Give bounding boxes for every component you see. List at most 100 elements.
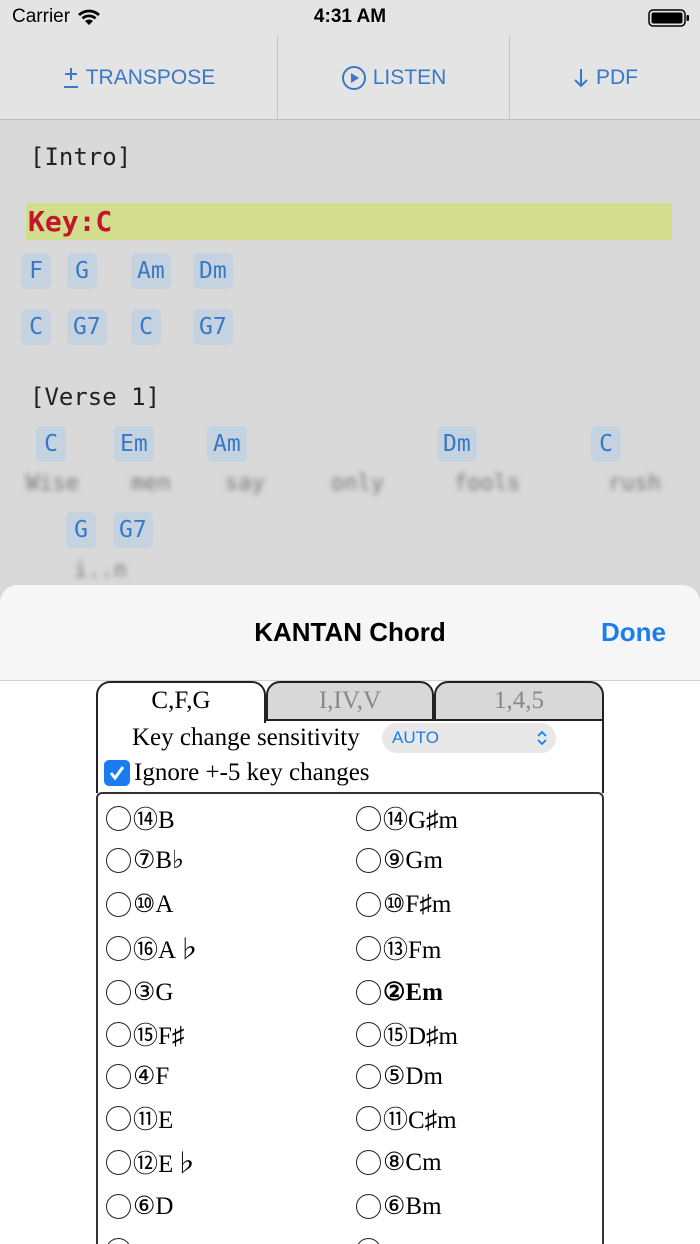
key-option-label: ③G (133, 979, 174, 1006)
chord-button[interactable]: G7 (67, 309, 107, 345)
chord-button[interactable]: Am (207, 426, 247, 462)
radio-button[interactable] (356, 1105, 381, 1131)
ignore-label: Ignore +-5 key changes (134, 759, 370, 786)
lyric-word: only (331, 471, 384, 496)
key-option-label: ⑬Fm (383, 937, 442, 964)
chord-button[interactable]: G (67, 253, 97, 289)
key-option-label: ⑦B♭ (133, 847, 184, 874)
lyric-word: rush (608, 471, 661, 496)
radio-button[interactable] (106, 1063, 131, 1089)
radio-button[interactable] (356, 891, 381, 917)
key-option[interactable]: ⑪C♯m (356, 1100, 457, 1136)
tab-roman[interactable]: I,IV,V (266, 681, 434, 721)
key-option-label: ⑪E (133, 1107, 174, 1134)
radio-button[interactable] (106, 1237, 131, 1244)
key-option-partial[interactable] (106, 1232, 133, 1244)
key-option[interactable]: ④F (106, 1058, 169, 1094)
chord-button[interactable]: C (36, 426, 66, 462)
key-option[interactable]: ⑨Gm (356, 842, 443, 878)
key-option[interactable]: ⑩A (106, 886, 173, 922)
chord-button[interactable]: G7 (113, 512, 153, 548)
key-option-label: ⑩F♯m (383, 891, 452, 918)
key-option-label: ④F (133, 1063, 170, 1090)
section-label-intro: [Intro] (30, 143, 132, 171)
radio-button[interactable] (106, 935, 131, 961)
transpose-label: TRANSPOSE (85, 66, 216, 89)
key-option[interactable]: ⑧Cm (356, 1144, 442, 1180)
radio-button[interactable] (106, 1193, 131, 1219)
radio-button[interactable] (106, 1105, 131, 1131)
key-option[interactable]: ⑭B (106, 800, 175, 836)
radio-button[interactable] (106, 891, 131, 917)
modal-title: KANTAN Chord (254, 617, 446, 647)
tab-numeric[interactable]: 1,4,5 (434, 681, 604, 721)
key-option[interactable]: ⑫E♭ (106, 1144, 198, 1180)
settings-panel: Key change sensitivity AUTO Ignore +-5 k… (96, 721, 604, 793)
key-label: Key:C (28, 205, 113, 238)
key-option-label: ⑥Bm (383, 1193, 442, 1220)
key-option-label: ⑮F♯ (133, 1023, 185, 1050)
key-option[interactable]: ⑬Fm (356, 930, 441, 966)
status-bar: Carrier 4:31 AM (0, 0, 700, 36)
key-option-label: ⑤Dm (383, 1063, 443, 1090)
sensitivity-select[interactable]: AUTO (382, 723, 556, 753)
chord-button[interactable]: G (66, 512, 96, 548)
radio-button[interactable] (356, 1149, 381, 1175)
key-option[interactable]: ⑪E (106, 1100, 173, 1136)
done-button[interactable]: Done (601, 617, 666, 648)
key-highlight-bar: Key:C (26, 203, 672, 240)
key-option[interactable]: ⑮F♯ (106, 1016, 184, 1052)
key-option[interactable]: ⑥Bm (356, 1188, 442, 1224)
radio-button[interactable] (356, 1193, 381, 1219)
chord-button[interactable]: F (21, 253, 51, 289)
key-option-label: ⑮D♯m (383, 1023, 459, 1050)
chord-button[interactable]: C (21, 309, 51, 345)
transpose-button[interactable]: TRANSPOSE (0, 36, 278, 120)
chord-button[interactable]: Dm (193, 253, 233, 289)
key-option-partial[interactable] (356, 1232, 383, 1244)
listen-button[interactable]: LISTEN (278, 36, 510, 120)
key-option[interactable]: ⑭G♯m (356, 800, 458, 836)
key-option-list: ⑭B ⑦B♭ ⑩A ⑯A♭ ③G ⑮F♯ ④F ⑪E ⑫E♭ ⑥D ⑭G♯m ⑨… (96, 792, 604, 1244)
radio-button[interactable] (106, 1021, 131, 1047)
radio-button[interactable] (356, 1237, 381, 1244)
radio-button[interactable] (106, 805, 131, 831)
key-option-label: ⑭B (133, 807, 175, 834)
chord-button[interactable]: Dm (437, 426, 477, 462)
chord-button[interactable]: C (131, 309, 161, 345)
key-option-label: ⑫E♭ (133, 1151, 199, 1178)
pdf-button[interactable]: PDF (510, 36, 700, 120)
chord-button[interactable]: C (591, 426, 621, 462)
radio-button[interactable] (106, 979, 131, 1005)
key-option-current[interactable]: ②Em (356, 974, 443, 1010)
key-option-label: ⑪C♯m (383, 1107, 457, 1134)
lyric-word: say (225, 471, 265, 496)
key-option[interactable]: ③G (106, 974, 173, 1010)
tab-letters[interactable]: C,F,G (96, 681, 266, 723)
kantan-chord-modal: KANTAN Chord Done I,IV,V 1,4,5 C,F,G Key… (0, 585, 700, 1244)
key-option[interactable]: ⑩F♯m (356, 886, 451, 922)
chord-button[interactable]: Am (131, 253, 171, 289)
radio-button[interactable] (356, 1063, 381, 1089)
radio-button[interactable] (106, 847, 131, 873)
lyric-word: i..n (74, 558, 127, 583)
radio-button[interactable] (106, 1149, 131, 1175)
key-option[interactable]: ⑤Dm (356, 1058, 443, 1094)
lyric-word: fools (454, 471, 521, 496)
section-label-verse: [Verse 1] (30, 383, 161, 411)
sensitivity-label: Key change sensitivity (132, 724, 360, 751)
key-option[interactable]: ⑦B♭ (106, 842, 184, 878)
chord-button[interactable]: Em (114, 426, 154, 462)
radio-button[interactable] (356, 805, 381, 831)
ignore-checkbox[interactable] (104, 760, 130, 786)
radio-button[interactable] (356, 847, 381, 873)
key-option[interactable]: ⑮D♯m (356, 1016, 458, 1052)
radio-button[interactable] (356, 935, 381, 961)
key-option[interactable]: ⑯A♭ (106, 930, 201, 966)
key-option[interactable]: ⑥D (106, 1188, 173, 1224)
lyric-word: Wise (26, 471, 79, 496)
radio-button[interactable] (356, 979, 381, 1005)
key-option-label: ⑥D (133, 1193, 174, 1220)
chord-button[interactable]: G7 (193, 309, 233, 345)
radio-button[interactable] (356, 1021, 381, 1047)
